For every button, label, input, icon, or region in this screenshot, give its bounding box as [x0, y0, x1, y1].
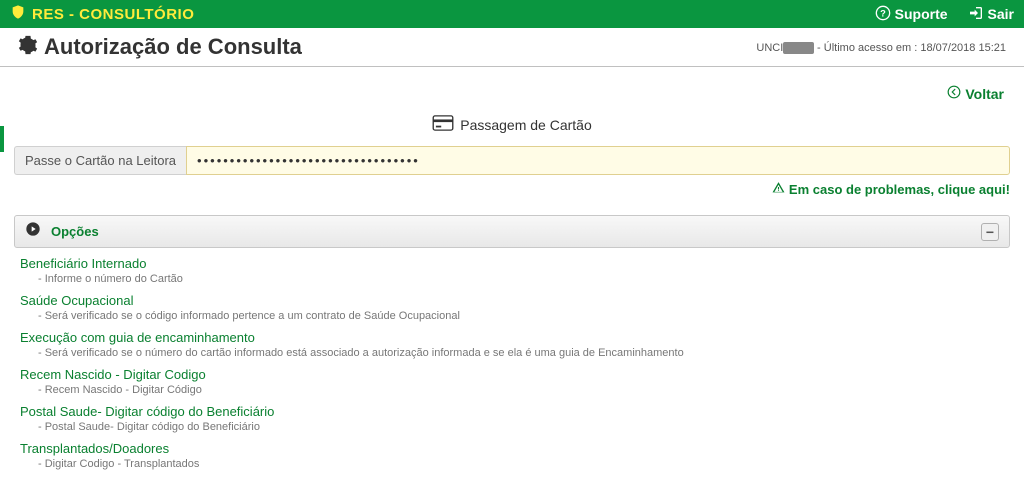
main-content: Voltar Passagem de Cartão Passe o Cartão…: [0, 67, 1024, 496]
gear-icon: [18, 35, 38, 60]
support-link[interactable]: ? Suporte: [875, 5, 948, 24]
warning-icon: [772, 181, 785, 197]
options-panel: Opções − Beneficiário Internado - Inform…: [14, 215, 1010, 486]
logout-link[interactable]: Sair: [968, 5, 1014, 24]
page-title: Autorização de Consulta: [44, 34, 302, 60]
option-desc: - Digitar Codigo - Transplantados: [38, 458, 1004, 470]
card-input-label: Passe o Cartão na Leitora: [14, 146, 186, 175]
option-item: Beneficiário Internado - Informe o númer…: [20, 256, 1004, 285]
problems-label: Em caso de problemas, clique aqui!: [789, 182, 1010, 197]
options-title: Opções: [51, 224, 99, 239]
option-item: Saúde Ocupacional - Será verificado se o…: [20, 293, 1004, 322]
option-title[interactable]: Execução com guia de encaminhamento: [20, 330, 1004, 345]
option-item: Transplantados/Doadores - Digitar Codigo…: [20, 441, 1004, 470]
back-link[interactable]: Voltar: [947, 85, 1004, 102]
option-item: Postal Saude- Digitar código do Benefici…: [20, 404, 1004, 433]
support-label: Suporte: [895, 6, 948, 22]
option-desc: - Postal Saude- Digitar código do Benefi…: [38, 421, 1004, 433]
help-icon: ?: [875, 5, 891, 24]
option-desc: - Será verificado se o número do cartão …: [38, 347, 1004, 359]
sign-out-icon: [968, 5, 984, 24]
card-section-title: Passagem de Cartão: [460, 117, 592, 133]
card-section: Passagem de Cartão Passe o Cartão na Lei…: [14, 115, 1010, 197]
option-desc: - Será verificado se o código informado …: [38, 310, 1004, 322]
topbar-actions: ? Suporte Sair: [875, 5, 1014, 24]
option-item: Recem Nascido - Digitar Codigo - Recem N…: [20, 367, 1004, 396]
topbar-brand: RES - CONSULTÓRIO: [10, 3, 194, 26]
options-body: Beneficiário Internado - Informe o númer…: [14, 248, 1010, 486]
options-header: Opções −: [14, 215, 1010, 248]
back-label: Voltar: [965, 86, 1004, 102]
shield-icon: [10, 3, 26, 26]
logout-label: Sair: [988, 6, 1014, 22]
page-header: Autorização de Consulta UNCIXX - Último …: [0, 28, 1024, 67]
option-title[interactable]: Recem Nascido - Digitar Codigo: [20, 367, 1004, 382]
last-access-time: - Último acesso em : 18/07/2018 15:21: [814, 42, 1006, 54]
problems-link[interactable]: Em caso de problemas, clique aqui!: [14, 181, 1010, 197]
option-title[interactable]: Transplantados/Doadores: [20, 441, 1004, 456]
collapse-button[interactable]: −: [981, 223, 999, 241]
option-title[interactable]: Postal Saude- Digitar código do Benefici…: [20, 404, 1004, 419]
last-access: UNCIXX - Último acesso em : 18/07/2018 1…: [756, 42, 1006, 54]
card-section-title-row: Passagem de Cartão: [432, 115, 592, 134]
option-title[interactable]: Beneficiário Internado: [20, 256, 1004, 271]
card-input[interactable]: [186, 146, 1010, 175]
option-desc: - Recem Nascido - Digitar Código: [38, 384, 1004, 396]
option-title[interactable]: Saúde Ocupacional: [20, 293, 1004, 308]
card-icon: [432, 115, 454, 134]
card-input-row: Passe o Cartão na Leitora: [14, 146, 1010, 175]
play-icon[interactable]: [25, 221, 41, 242]
svg-text:?: ?: [880, 8, 886, 18]
option-desc: - Informe o número do Cartão: [38, 273, 1004, 285]
topbar: RES - CONSULTÓRIO ? Suporte Sair: [0, 0, 1024, 28]
last-access-user: UNCI: [756, 42, 783, 54]
option-item: Execução com guia de encaminhamento - Se…: [20, 330, 1004, 359]
redacted-segment: XX: [783, 42, 814, 54]
back-icon: [947, 85, 961, 102]
app-title: RES - CONSULTÓRIO: [32, 6, 194, 23]
